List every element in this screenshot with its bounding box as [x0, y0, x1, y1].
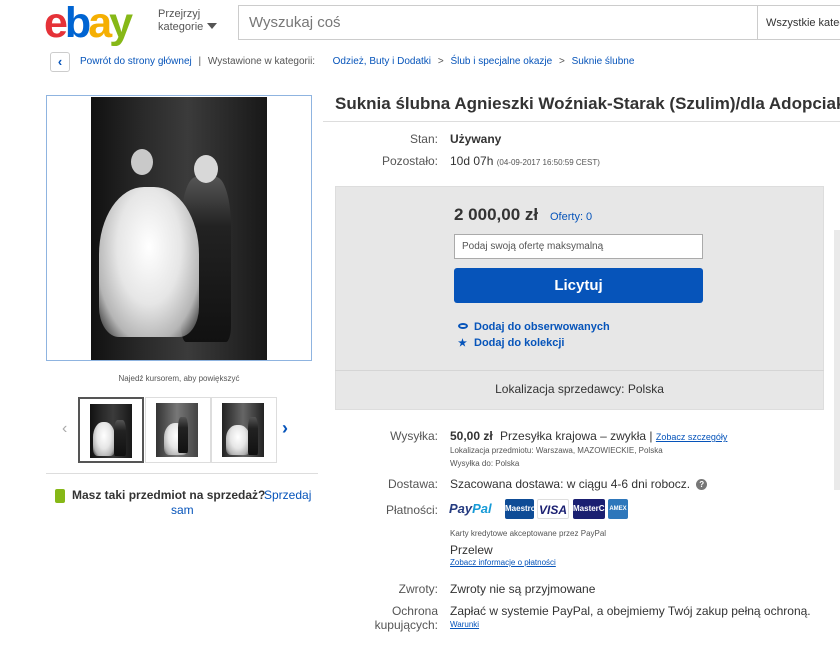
main-product-image[interactable]: [46, 95, 312, 361]
zoom-hint: Najedź kursorem, aby powiększyć: [118, 374, 240, 383]
add-to-watchlist-link[interactable]: Dodaj do obserwowanych: [458, 321, 610, 333]
divider: [46, 473, 318, 474]
bank-transfer: Przelew: [450, 543, 493, 557]
time-left-label: Pozostało:: [381, 154, 438, 168]
listing-title: Suknia ślubna Agnieszki Woźniak-Starak (…: [335, 94, 840, 113]
divider: [335, 370, 824, 371]
condition-value: Używany: [450, 132, 502, 146]
terms-link[interactable]: Warunki: [450, 620, 479, 629]
time-left-value: 10d 07h (04-09-2017 16:50:59 CEST): [450, 154, 600, 168]
place-bid-button[interactable]: Licytuj: [454, 268, 703, 303]
thumbnail-photo: [90, 404, 132, 458]
item-location: Lokalizacja przedmiotu: Warszawa, MAZOWI…: [450, 446, 663, 455]
thumbnail-1[interactable]: [78, 397, 144, 463]
add-to-collection-link[interactable]: ★ Dodaj do kolekcji: [458, 337, 564, 349]
thumbnail-photo: [156, 403, 198, 457]
shop-by-category-button[interactable]: Przejrzyj kategorie: [158, 8, 228, 34]
payments-label: Płatności:: [385, 503, 438, 517]
logo-letter: b: [64, 0, 91, 47]
listed-in-label: Wystawione w kategorii:: [207, 56, 316, 67]
payment-info-link[interactable]: Zobacz informacje o płatności: [450, 558, 556, 567]
search-input[interactable]: Wyszukaj coś: [238, 5, 758, 40]
chevron-down-icon: [207, 23, 217, 29]
wedding-photo: [91, 97, 267, 360]
protection-value: Zapłać w systemie PayPal, a obejmiemy Tw…: [450, 604, 811, 618]
sell-yourself-link[interactable]: Sprzedaj: [264, 488, 311, 502]
star-icon: ★: [458, 338, 467, 349]
logo-letter: e: [44, 0, 68, 47]
thumbnail-next-icon[interactable]: ›: [282, 418, 288, 439]
mastercard-logo: MasterCard: [573, 499, 617, 519]
shipping-label: Wysyłka:: [390, 429, 438, 443]
shipping-details-link[interactable]: Zobacz szczegóły: [656, 432, 728, 442]
thumbnail-photo: [222, 403, 264, 457]
shipping-price: 50,00 zł: [450, 429, 493, 443]
eye-icon: [458, 323, 468, 329]
breadcrumb-item-clothing[interactable]: Odzież, Buty i Dodatki: [333, 56, 431, 67]
thumbnail-prev-icon[interactable]: ‹: [62, 420, 67, 438]
sell-question: Masz taki przedmiot na sprzedaż?: [72, 488, 266, 502]
breadcrumb: Powrót do strony głównej | Wystawione w …: [80, 56, 635, 67]
ebay-logo[interactable]: ebay: [44, 0, 152, 47]
shipping-info: 50,00 zł Przesyłka krajowa – zwykła | Zo…: [450, 429, 727, 443]
shipping-method: Przesyłka krajowa – zwykła |: [500, 429, 653, 443]
current-price: 2 000,00 zł: [454, 205, 539, 224]
end-time: (04-09-2017 16:50:59 CEST): [496, 158, 600, 167]
back-button[interactable]: ‹: [50, 52, 70, 72]
search-category-select[interactable]: Wszystkie kategorie: [757, 5, 840, 40]
logo-letter: a: [88, 0, 112, 47]
divider: [323, 121, 840, 122]
protection-label: Ochrona kupujących:: [374, 604, 438, 632]
delivery-label: Dostawa:: [387, 477, 438, 491]
condition-label: Stan:: [409, 132, 438, 146]
returns-value: Zwroty nie są przyjmowane: [450, 582, 596, 596]
price-tag-icon: [55, 489, 65, 503]
thumbnail-3[interactable]: [211, 397, 277, 463]
sell-yourself-link-cont[interactable]: sam: [171, 503, 194, 517]
seller-location: Lokalizacja sprzedawcy: Polska: [495, 382, 664, 396]
delivery-value: Szacowana dostawa: w ciągu 4-6 dni roboc…: [450, 477, 708, 491]
offers-count-link[interactable]: Oferty: 0: [550, 211, 592, 223]
visa-logo: VISA: [537, 499, 569, 519]
category-label-line1: Przejrzyj: [158, 8, 201, 20]
thumbnail-2[interactable]: [145, 397, 211, 463]
returns-label: Zwroty:: [398, 582, 438, 596]
ships-to: Wysyłka do: Polska: [450, 459, 520, 468]
side-panel-edge: [834, 230, 840, 490]
paypal-logo: PayPal: [449, 501, 492, 516]
max-bid-input[interactable]: Podaj swoją ofertę maksymalną: [454, 234, 703, 259]
breadcrumb-item-wedding-dresses[interactable]: Suknie ślubne: [572, 56, 635, 67]
help-icon[interactable]: ?: [696, 479, 708, 490]
category-label-line2: kategorie: [158, 21, 204, 33]
logo-letter: y: [109, 0, 133, 47]
cards-note: Karty kredytowe akceptowane przez PayPal: [450, 529, 607, 538]
maestro-logo: Maestro: [505, 499, 536, 519]
breadcrumb-item-wedding[interactable]: Ślub i specjalne okazje: [450, 56, 552, 67]
amex-logo: AMEX: [608, 499, 628, 519]
back-to-home-link[interactable]: Powrót do strony głównej: [80, 56, 192, 67]
